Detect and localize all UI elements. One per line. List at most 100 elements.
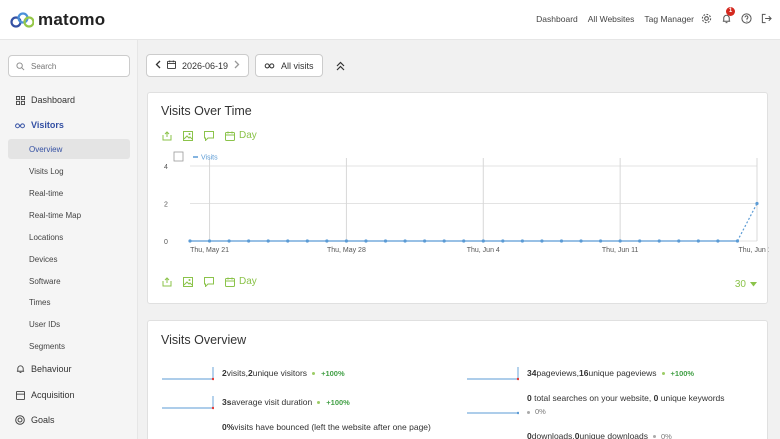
data-point — [207, 239, 212, 243]
overview-row-searches: 0 total searches on your website, 0 uniq… — [467, 393, 725, 416]
sparkline — [467, 367, 519, 381]
help-icon[interactable] — [740, 12, 752, 24]
chart-metric-picker-icon — [173, 151, 184, 162]
data-point — [735, 239, 740, 243]
metric-value: 0% — [222, 422, 235, 432]
sidebar-subitem-software[interactable]: Software — [8, 271, 130, 291]
image-icon[interactable] — [182, 276, 193, 287]
data-point — [227, 239, 231, 243]
notification-badge: 1 — [726, 7, 735, 16]
sidebar-item-label: Acquisition — [31, 390, 75, 400]
bell-icon[interactable]: 1 — [720, 7, 735, 24]
visits-line-chart: 0 2 4 Thu, May 21 Thu, May 28 Thu, Jun 4 Thu, … — [164, 151, 769, 254]
data-point — [286, 239, 290, 243]
sidebar: Dashboard Visitors Overview Visits Log R… — [0, 40, 138, 439]
data-point — [598, 239, 603, 243]
sidebar-subitem-user-ids[interactable]: User IDs — [8, 314, 130, 334]
period-count-selector[interactable]: 30 — [735, 279, 757, 290]
image-icon[interactable] — [182, 130, 193, 141]
calendar-icon[interactable] — [224, 276, 235, 287]
data-point — [520, 239, 524, 243]
sidebar-subitem-locations[interactable]: Locations — [8, 227, 130, 247]
sidebar-subitem-devices[interactable]: Devices — [8, 249, 130, 269]
data-point — [364, 239, 368, 243]
data-point — [559, 239, 564, 243]
overview-row-duration: 3s average visit duration +100% — [162, 394, 350, 410]
chart-toolbar-bottom: Day — [161, 276, 257, 287]
trend-dot — [317, 400, 321, 404]
segment-selector[interactable]: All visits — [255, 54, 323, 77]
metric-text: unique keywords — [658, 393, 725, 403]
sidebar-subitem-real-time-map[interactable]: Real-time Map — [8, 205, 130, 225]
visits-over-time-card: Visits Over Time Day 0 2 4 Thu, May 21 Thu, … — [147, 92, 769, 304]
search-input[interactable] — [31, 60, 126, 73]
data-point — [755, 201, 759, 206]
chart-toolbar-top: Day — [161, 130, 257, 141]
data-point — [344, 239, 349, 243]
sidebar-item-behaviour[interactable]: Behaviour — [8, 359, 130, 379]
sparkline — [467, 411, 519, 415]
metric-value: 16 — [579, 368, 589, 378]
card-title: Visits Over Time — [161, 104, 252, 118]
x-tick-label: Thu, May 21 — [190, 247, 229, 254]
data-point — [638, 239, 642, 243]
annotation-icon[interactable] — [203, 276, 214, 287]
metric-text: visits, — [226, 368, 248, 378]
metric-text: total searches on your website, — [531, 393, 654, 403]
visits-overview-card: Visits Overview 2 visits, 2 unique visit… — [147, 320, 768, 439]
trend-value: 0% — [661, 431, 672, 439]
trend-value: +100% — [326, 397, 350, 407]
x-tick-label: Thu, Jun 11 — [602, 247, 639, 254]
overview-row-visits: 2 visits, 2 unique visitors +100% — [162, 365, 345, 381]
nav-all-websites-link[interactable]: All Websites — [588, 14, 635, 24]
data-point — [383, 239, 388, 243]
sidebar-item-label: Visitors — [31, 120, 64, 130]
sidebar-item-goals[interactable]: Goals — [8, 410, 130, 430]
nav-tag-manager-link[interactable]: Tag Manager — [644, 14, 694, 24]
collapse-icon[interactable] — [333, 58, 349, 74]
data-point — [579, 239, 583, 243]
segment-users-icon — [264, 61, 275, 71]
logout-icon[interactable] — [760, 12, 772, 24]
data-point — [266, 239, 270, 243]
sidebar-subitem-visits-log[interactable]: Visits Log — [8, 161, 130, 181]
search-box[interactable] — [8, 55, 130, 77]
chevron-left-icon[interactable] — [155, 60, 161, 71]
x-tick-label: Thu, Jun 4 — [467, 247, 500, 254]
data-point — [305, 239, 309, 243]
data-point — [657, 239, 661, 243]
period-label[interactable]: Day — [239, 276, 257, 287]
metric-text: pageviews, — [536, 368, 579, 378]
sidebar-subitem-times[interactable]: Times — [8, 292, 130, 312]
data-point — [696, 239, 700, 243]
report-controls: 2026-06-19 All visits — [146, 54, 349, 77]
date-selector[interactable]: 2026-06-19 — [146, 54, 250, 77]
period-label[interactable]: Day — [239, 130, 257, 141]
metric-text: average visit duration — [231, 397, 313, 407]
y-tick-label: 0 — [164, 239, 168, 246]
trend-value: +100% — [321, 368, 345, 378]
sidebar-subitem-overview[interactable]: Overview — [8, 139, 130, 159]
trend-value: +100% — [670, 368, 695, 378]
sidebar-item-acquisition[interactable]: Acquisition — [8, 385, 130, 405]
gear-icon[interactable] — [700, 12, 712, 24]
export-icon[interactable] — [161, 130, 172, 141]
calendar-icon[interactable] — [224, 130, 235, 141]
sidebar-subitem-real-time[interactable]: Real-time — [8, 183, 130, 203]
dashboard-icon — [15, 95, 25, 105]
trend-dot — [661, 371, 665, 375]
metric-value: 34 — [527, 368, 537, 378]
sidebar-subitem-segments[interactable]: Segments — [8, 336, 130, 356]
sidebar-item-visitors[interactable]: Visitors — [8, 115, 130, 135]
annotation-icon[interactable] — [203, 130, 214, 141]
chevron-right-icon[interactable] — [234, 60, 240, 71]
matomo-logo[interactable]: matomo — [10, 10, 105, 30]
nav-dashboard-link[interactable]: Dashboard — [536, 14, 578, 24]
sidebar-item-label: Dashboard — [31, 95, 76, 105]
goals-icon — [15, 415, 25, 425]
x-tick-label: Thu, May 28 — [327, 247, 366, 254]
logo-text: matomo — [38, 10, 106, 29]
sidebar-item-dashboard[interactable]: Dashboard — [8, 90, 130, 110]
export-icon[interactable] — [161, 276, 172, 287]
data-point — [442, 239, 446, 243]
